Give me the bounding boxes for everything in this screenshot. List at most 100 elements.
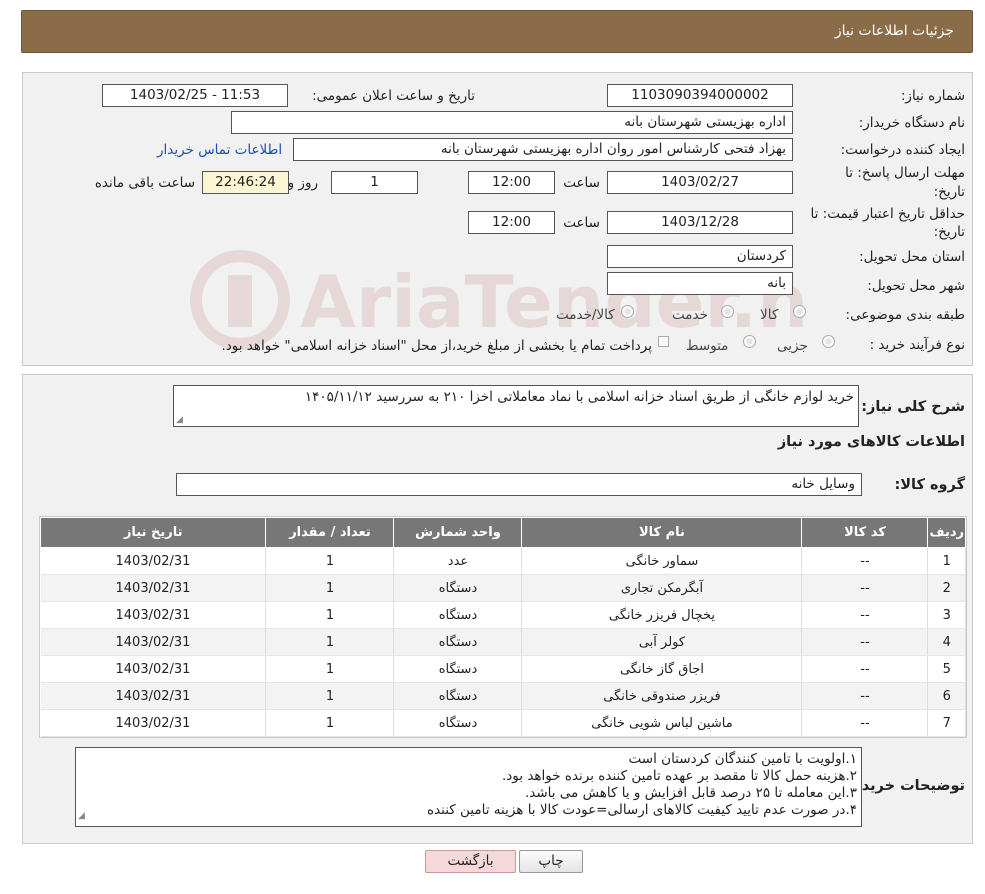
process-option-partial: جزیی: [777, 338, 808, 354]
cell-need-date: 1403/02/31: [40, 628, 267, 656]
cell-unit: دستگاه: [393, 655, 523, 683]
days-label: روز و: [287, 175, 318, 191]
need-number-label: شماره نیاز:: [900, 88, 965, 104]
validity-label-date: تاریخ:: [933, 224, 965, 240]
deadline-label-date: تاریخ:: [933, 184, 965, 200]
city-field: بانه: [607, 272, 793, 295]
cell-row-number: 2: [927, 574, 966, 602]
category-radio-service[interactable]: [721, 305, 734, 318]
cell-item-code: --: [801, 547, 929, 575]
remaining-label: ساعت باقی مانده: [94, 175, 195, 191]
table-row: 5 -- اجاق گاز خانگی دستگاه 1 1403/02/31: [40, 655, 966, 683]
table-row: 7 -- ماشین لباس شویی خانگی دستگاه 1 1403…: [40, 709, 966, 737]
goods-section-title: اطلاعات کالاهای مورد نیاز: [777, 434, 965, 450]
cell-unit: عدد: [393, 547, 523, 575]
cell-item-code: --: [801, 682, 929, 710]
cell-row-number: 7: [927, 709, 966, 737]
cell-need-date: 1403/02/31: [40, 709, 267, 737]
table-row: 4 -- کولر آبی دستگاه 1 1403/02/31: [40, 628, 966, 656]
remaining-time-field: 22:46:24: [202, 171, 289, 194]
province-label: استان محل تحویل:: [859, 249, 965, 265]
cell-item-code: --: [801, 574, 929, 602]
buyer-note-line: ۱.اولویت با تامین کنندگان کردستان است: [628, 751, 857, 767]
table-row: 3 -- یخچال فریزر خانگی دستگاه 1 1403/02/…: [40, 601, 966, 629]
table-row: 2 -- آبگرمکن تجاری دستگاه 1 1403/02/31: [40, 574, 966, 602]
col-unit: واحد شمارش: [393, 517, 523, 548]
cell-quantity: 1: [265, 574, 395, 602]
cell-quantity: 1: [265, 655, 395, 683]
page-title: جزئیات اطلاعات نیاز: [834, 23, 954, 39]
deadline-time-field: 12:00: [468, 171, 555, 194]
table-header-row: ردیف کد کالا نام کالا واحد شمارش تعداد /…: [39, 517, 966, 548]
cell-need-date: 1403/02/31: [40, 601, 267, 629]
col-row-number: ردیف: [927, 517, 966, 548]
process-radio-medium[interactable]: [743, 335, 756, 348]
category-radio-goods[interactable]: [793, 305, 806, 318]
creator-field: بهزاد فتحی کارشناس امور روان اداره بهزیس…: [293, 138, 793, 161]
buyer-contact-link[interactable]: اطلاعات تماس خریدار: [157, 142, 282, 158]
process-label: نوع فرآیند خرید :: [869, 337, 965, 353]
cell-need-date: 1403/02/31: [40, 682, 267, 710]
cell-unit: دستگاه: [393, 709, 523, 737]
cell-row-number: 4: [927, 628, 966, 656]
cell-item-name: سماور خانگی: [521, 547, 803, 575]
announce-field: 1403/02/25 - 11:53: [102, 84, 288, 107]
buyer-note-line: ۴.در صورت عدم تایید کیفیت کالاهای ارسالی…: [427, 802, 857, 818]
cell-row-number: 5: [927, 655, 966, 683]
buyer-notes-textarea: ۱.اولویت با تامین کنندگان کردستان است ۲.…: [75, 747, 862, 827]
validity-time-label: ساعت: [563, 215, 600, 231]
cell-item-code: --: [801, 628, 929, 656]
resize-handle-icon: ◢: [78, 811, 85, 821]
category-radio-goods-service[interactable]: [621, 305, 634, 318]
category-label: طبقه بندی موضوعی:: [845, 307, 965, 323]
description-text: خرید لوازم خانگی از طریق اسناد خزانه اسل…: [304, 389, 854, 405]
items-table: ردیف کد کالا نام کالا واحد شمارش تعداد /…: [39, 517, 966, 737]
cell-item-name: یخچال فریزر خانگی: [521, 601, 803, 629]
cell-row-number: 1: [927, 547, 966, 575]
cell-item-name: ماشین لباس شویی خانگی: [521, 709, 803, 737]
validity-date-field: 1403/12/28: [607, 211, 793, 234]
cell-item-code: --: [801, 655, 929, 683]
print-button[interactable]: چاپ: [519, 850, 583, 873]
col-item-code: کد کالا: [801, 517, 929, 548]
deadline-date-field: 1403/02/27: [607, 171, 793, 194]
buyer-note-line: ۳.این معامله تا ۲۵ درصد قابل افزایش و یا…: [524, 785, 857, 801]
cell-quantity: 1: [265, 682, 395, 710]
validity-time-field: 12:00: [468, 211, 555, 234]
cell-item-name: کولر آبی: [521, 628, 803, 656]
process-checkbox[interactable]: [658, 336, 669, 347]
cell-row-number: 3: [927, 601, 966, 629]
process-radio-partial[interactable]: [822, 335, 835, 348]
city-label: شهر محل تحویل:: [867, 278, 965, 294]
description-label: شرح کلی نیاز:: [861, 399, 965, 415]
process-option-medium: متوسط: [686, 338, 729, 354]
goods-group-field: وسایل خانه: [176, 473, 862, 496]
need-number-field: 1103090394000002: [607, 84, 793, 107]
buyer-note-line: ۲.هزینه حمل کالا تا مقصد بر عهده تامین ک…: [502, 768, 857, 784]
buyer-org-label: نام دستگاه خریدار:: [858, 115, 965, 131]
col-item-name: نام کالا: [521, 517, 803, 548]
announce-label: تاریخ و ساعت اعلان عمومی:: [312, 88, 475, 104]
process-note: پرداخت تمام یا بخشی از مبلغ خرید،از محل …: [221, 338, 652, 354]
col-need-date: تاریخ نیاز: [39, 517, 267, 548]
cell-quantity: 1: [265, 547, 395, 575]
goods-group-label: گروه کالا:: [894, 477, 965, 493]
cell-item-code: --: [801, 709, 929, 737]
cell-item-name: فریزر صندوقی خانگی: [521, 682, 803, 710]
description-textarea: خرید لوازم خانگی از طریق اسناد خزانه اسل…: [173, 385, 859, 427]
cell-need-date: 1403/02/31: [40, 655, 267, 683]
category-option-service: خدمت: [672, 307, 708, 323]
items-table-wrapper: ردیف کد کالا نام کالا واحد شمارش تعداد /…: [39, 516, 967, 738]
province-field: کردستان: [607, 245, 793, 268]
category-option-goods: کالا: [760, 307, 779, 323]
cell-item-code: --: [801, 601, 929, 629]
deadline-label: مهلت ارسال پاسخ: تا: [845, 165, 965, 181]
cell-quantity: 1: [265, 601, 395, 629]
cell-item-name: آبگرمکن تجاری: [521, 574, 803, 602]
deadline-time-label: ساعت: [563, 175, 600, 191]
col-quantity: تعداد / مقدار: [265, 517, 395, 548]
cell-need-date: 1403/02/31: [40, 547, 267, 575]
creator-label: ایجاد کننده درخواست:: [840, 142, 965, 158]
back-button[interactable]: بازگشت: [425, 850, 516, 873]
cell-unit: دستگاه: [393, 682, 523, 710]
